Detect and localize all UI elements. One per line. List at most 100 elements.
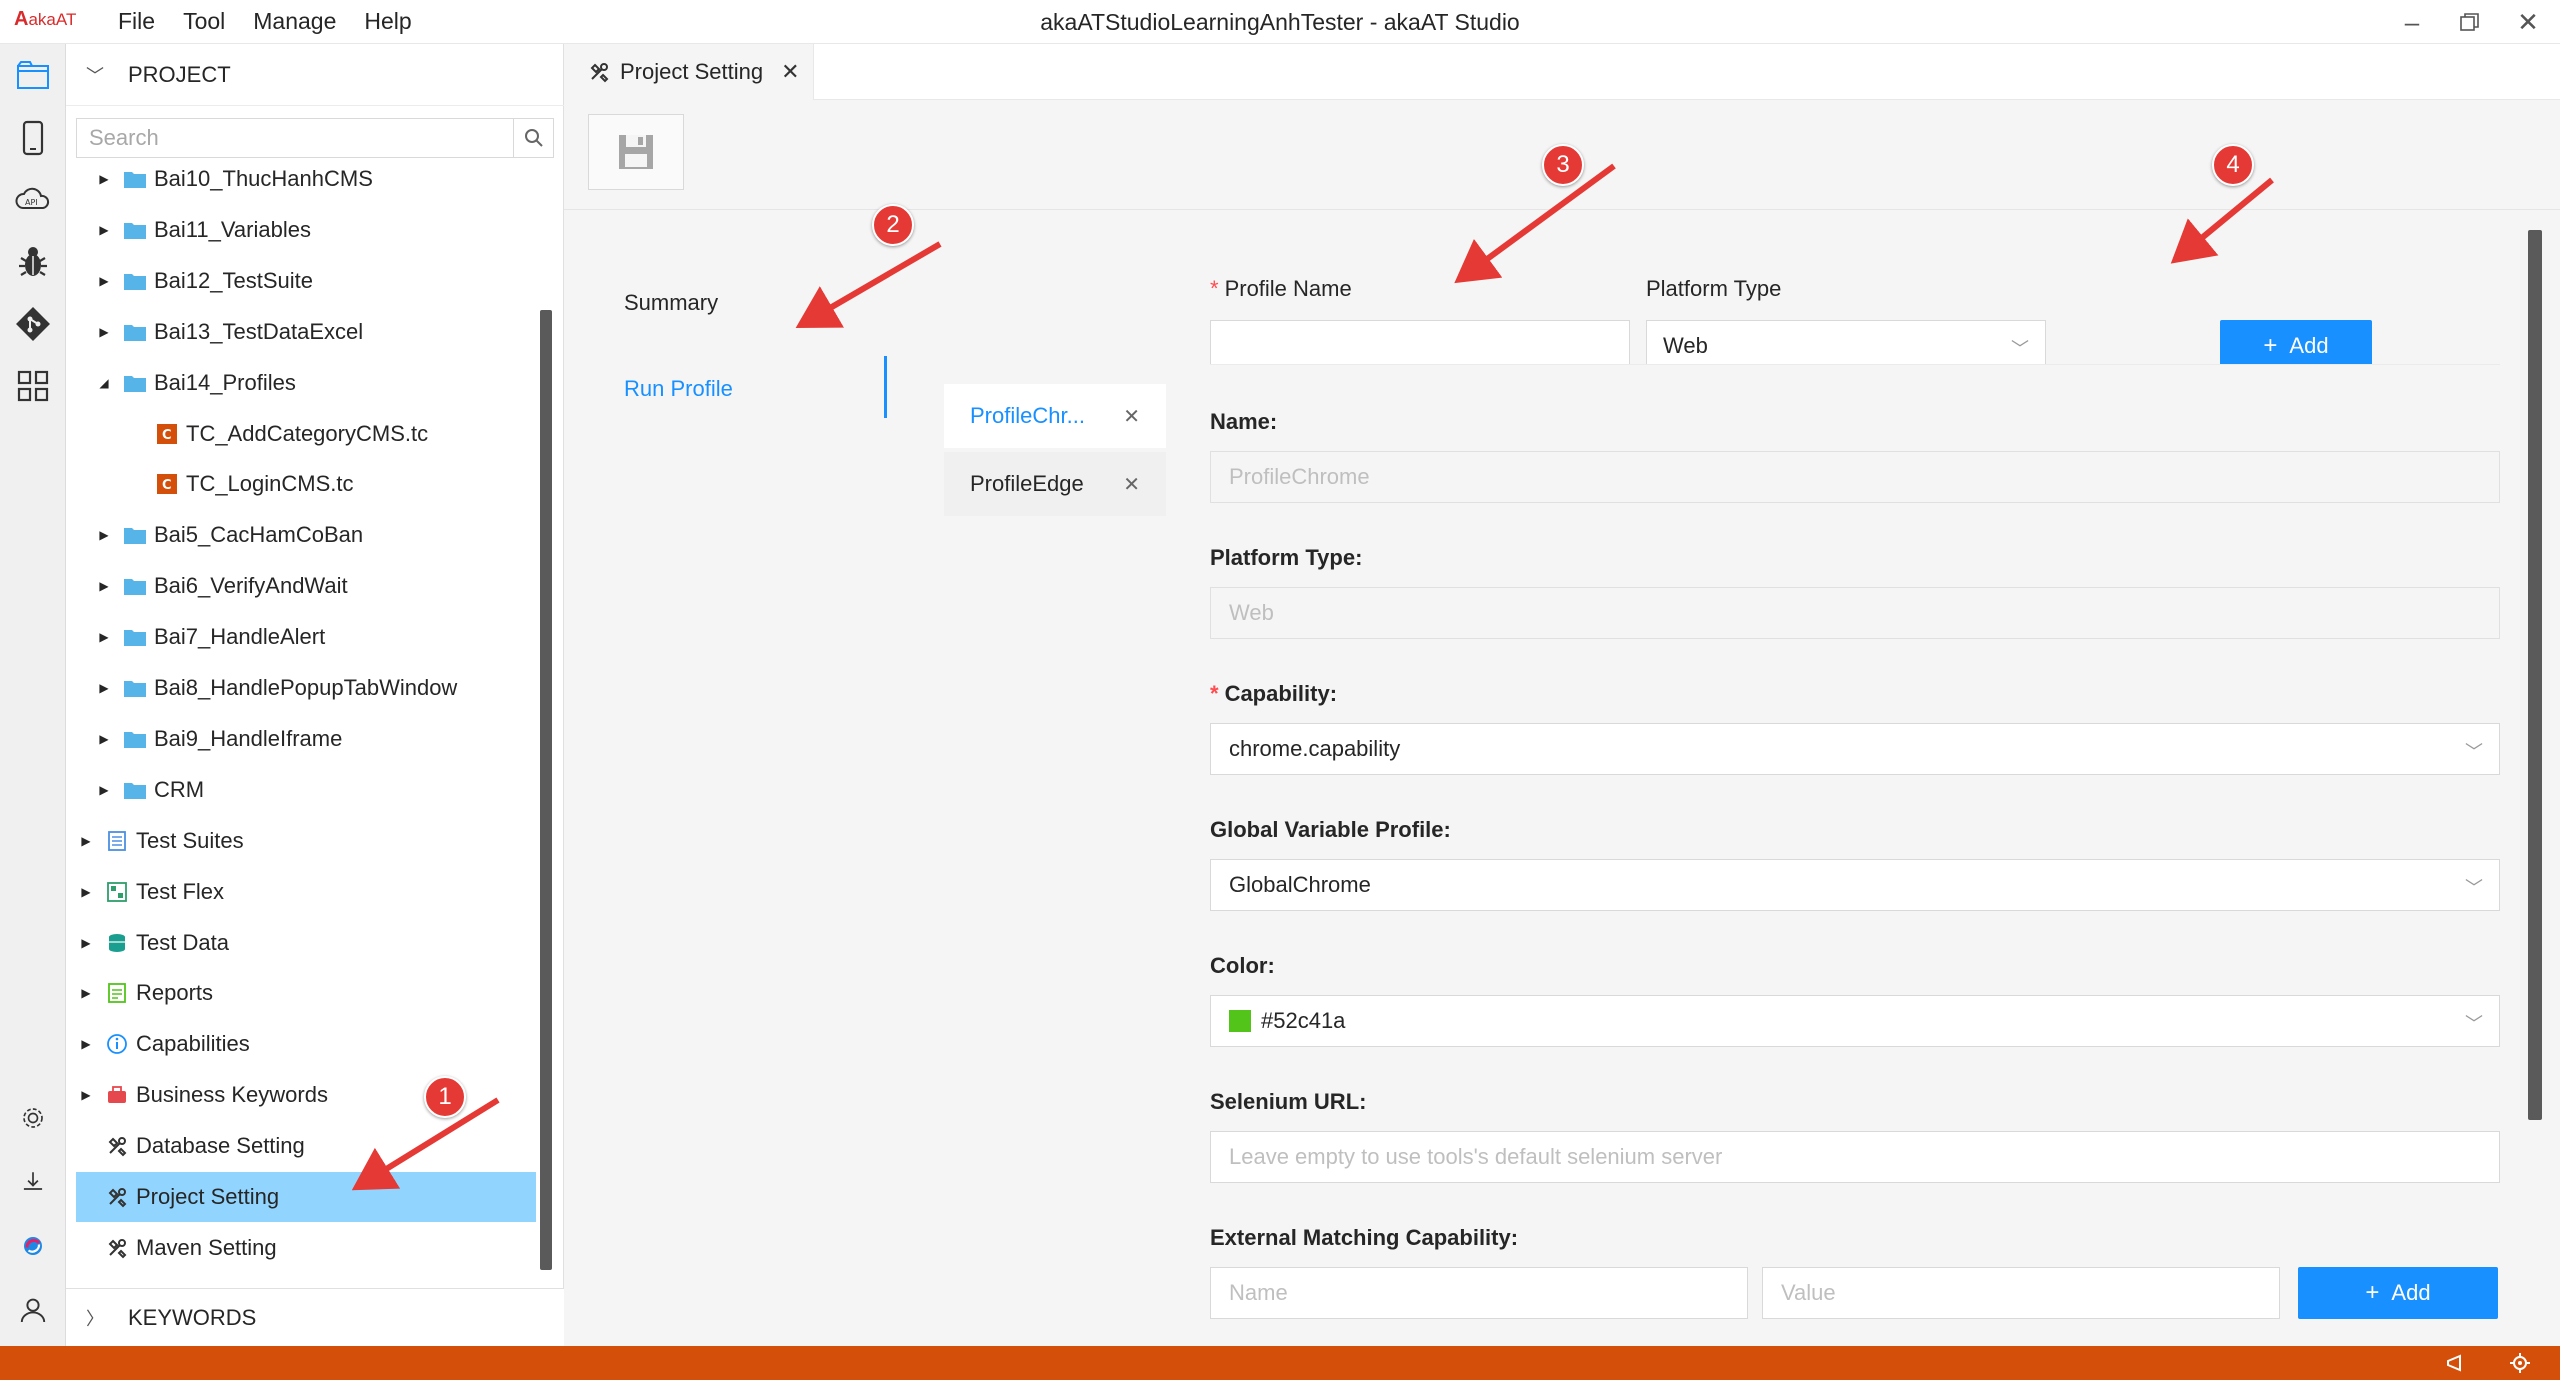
project-section-header[interactable]: ﹀ PROJECT [66, 44, 564, 106]
tree-item-label: Bai12_TestSuite [154, 267, 313, 293]
caret-right-icon[interactable]: ▶ [76, 1088, 96, 1102]
global-variable-profile-label: Global Variable Profile: [1210, 817, 1451, 842]
restore-icon[interactable] [2452, 4, 2488, 40]
profile-item-chrome[interactable]: ProfileChr... ✕ [944, 384, 1166, 448]
caret-right-icon[interactable]: ▶ [94, 579, 114, 593]
capability-value: chrome.capability [1229, 736, 1401, 761]
folder-icon [122, 371, 148, 395]
explorer-scrollbar[interactable] [540, 310, 552, 1270]
project-header-label: PROJECT [128, 61, 231, 87]
notification-icon[interactable] [2444, 1351, 2468, 1375]
nav-run-profile[interactable]: Run Profile [624, 376, 733, 402]
tree-item-maven-setting[interactable]: Maven Setting [76, 1223, 536, 1273]
brand-swirl-icon[interactable] [0, 1218, 66, 1274]
tree-item-business-keywords[interactable]: ▶ Business Keywords [76, 1070, 536, 1120]
tree-item-test-data[interactable]: ▶ Test Data [76, 918, 536, 968]
platform-type-field: Web [1210, 587, 2500, 639]
caret-right-icon[interactable]: ▶ [76, 936, 96, 950]
tree-item-label: Reports [136, 980, 214, 1006]
menu-tool[interactable]: Tool [169, 8, 239, 35]
search-icon[interactable] [513, 119, 553, 157]
caret-right-icon[interactable]: ▶ [94, 223, 114, 237]
color-picker[interactable]: #52c41a ﹀ [1210, 995, 2500, 1047]
caret-right-icon[interactable]: ▶ [94, 681, 114, 695]
global-variable-profile-value: GlobalChrome [1229, 872, 1371, 897]
profile-item-edge[interactable]: ProfileEdge ✕ [944, 452, 1166, 516]
location-target-icon[interactable] [2508, 1351, 2532, 1375]
tab-label: Project Setting [620, 59, 764, 84]
tree-item-label: Bai11_Variables [154, 216, 311, 242]
caret-right-icon[interactable]: ▶ [94, 325, 114, 339]
caret-right-icon[interactable]: ▶ [94, 172, 114, 186]
tree-item-bai11-variables[interactable]: ▶ Bai11_Variables [76, 205, 536, 255]
tree-item-tc-addcategorycms-tc[interactable]: C TC_AddCategoryCMS.tc [76, 409, 536, 459]
caret-right-icon[interactable]: ▶ [94, 732, 114, 746]
caret-right-icon[interactable]: ▶ [76, 1037, 96, 1051]
selenium-url-placeholder: Leave empty to use tools's default selen… [1229, 1144, 1723, 1169]
close-window-icon[interactable]: ✕ [2510, 4, 2546, 40]
menu-help[interactable]: Help [350, 8, 425, 35]
tab-project-setting[interactable]: Project Setting ✕ [564, 44, 814, 100]
project-folder-icon[interactable] [0, 48, 66, 104]
close-icon[interactable]: ✕ [1123, 472, 1140, 497]
grid-apps-icon[interactable] [0, 358, 66, 414]
platform-type-label: Platform Type [1646, 276, 1782, 301]
tree-item-label: Capabilities [136, 1031, 250, 1057]
global-variable-profile-select[interactable]: GlobalChrome ﹀ [1210, 859, 2500, 911]
tree-item-test-suites[interactable]: ▶ Test Suites [76, 816, 536, 866]
tree-item-crm[interactable]: ▶ CRM [76, 765, 536, 815]
tools-icon [590, 63, 609, 83]
tree-item-bai9-handleiframe[interactable]: ▶ Bai9_HandleIframe [76, 714, 536, 764]
caret-right-icon[interactable]: ▶ [94, 528, 114, 542]
api-cloud-icon[interactable]: API [0, 172, 66, 228]
close-tab-icon[interactable]: ✕ [781, 59, 799, 85]
tree-item-bai6-verifyandwait[interactable]: ▶ Bai6_VerifyAndWait [76, 561, 536, 611]
menu-file[interactable]: File [104, 8, 169, 35]
mobile-icon[interactable] [0, 110, 66, 166]
caret-right-icon[interactable]: ▶ [76, 885, 96, 899]
tree-item-project-setting[interactable]: Project Setting [76, 1172, 536, 1222]
user-icon[interactable] [0, 1282, 66, 1338]
nav-summary[interactable]: Summary [624, 290, 718, 316]
tree-item-tc-logincms-tc[interactable]: C TC_LoginCMS.tc [76, 459, 536, 509]
bug-icon[interactable] [0, 234, 66, 290]
tree-item-bai12-testsuite[interactable]: ▶ Bai12_TestSuite [76, 256, 536, 306]
editor-scrollbar[interactable] [2528, 230, 2542, 1120]
tree-item-bai8-handlepopuptabwindow[interactable]: ▶ Bai8_HandlePopupTabWindow [76, 663, 536, 713]
annotation-badge-4: 4 [2212, 144, 2254, 186]
tree-item-bai10-thuchanhcms[interactable]: ▶ Bai10_ThucHanhCMS [76, 166, 536, 204]
caret-down-icon[interactable]: ◢ [94, 376, 114, 390]
tree-item-bai14-profiles[interactable]: ◢ Bai14_Profiles [76, 358, 536, 408]
save-button[interactable] [588, 114, 684, 190]
capability-select[interactable]: chrome.capability ﹀ [1210, 723, 2500, 775]
caret-right-icon[interactable]: ▶ [94, 630, 114, 644]
selenium-url-input[interactable]: Leave empty to use tools's default selen… [1210, 1131, 2500, 1183]
settings-icon[interactable] [0, 1090, 66, 1146]
svg-text:C: C [162, 428, 172, 443]
git-icon[interactable] [0, 296, 66, 352]
caret-right-icon[interactable]: ▶ [94, 274, 114, 288]
tree-item-bai7-handlealert[interactable]: ▶ Bai7_HandleAlert [76, 612, 536, 662]
tree-item-label: Bai8_HandlePopupTabWindow [154, 675, 458, 700]
tree-item-bai5-cachamcoban[interactable]: ▶ Bai5_CacHamCoBan [76, 510, 536, 560]
project-explorer: ﹀ PROJECT ▶ Bai10_ThucHanhCMS ▶ Bai11_Varia… [66, 44, 564, 1346]
close-icon[interactable]: ✕ [1123, 404, 1140, 429]
tree-item-capabilities[interactable]: ▶ Capabilities [76, 1019, 536, 1069]
tree-item-test-flex[interactable]: ▶ Test Flex [76, 867, 536, 917]
folder-icon [122, 676, 148, 700]
search-input[interactable] [77, 119, 507, 157]
tree-item-reports[interactable]: ▶ Reports [76, 968, 536, 1018]
menu-manage[interactable]: Manage [239, 8, 350, 35]
keywords-section-header[interactable]: 〉 KEYWORDS [66, 1288, 564, 1346]
name-label: Name: [1210, 409, 1278, 434]
caret-right-icon[interactable]: ▶ [76, 834, 96, 848]
emc-add-button[interactable]: + Add [2298, 1267, 2498, 1319]
emc-name-input[interactable]: Name [1210, 1267, 1748, 1319]
caret-right-icon[interactable]: ▶ [94, 783, 114, 797]
minimize-icon[interactable]: – [2394, 4, 2430, 40]
emc-value-input[interactable]: Value [1762, 1267, 2280, 1319]
tree-item-bai13-testdataexcel[interactable]: ▶ Bai13_TestDataExcel [76, 307, 536, 357]
caret-right-icon[interactable]: ▶ [76, 986, 96, 1000]
download-icon[interactable] [0, 1154, 66, 1210]
tree-item-database-setting[interactable]: Database Setting [76, 1121, 536, 1171]
